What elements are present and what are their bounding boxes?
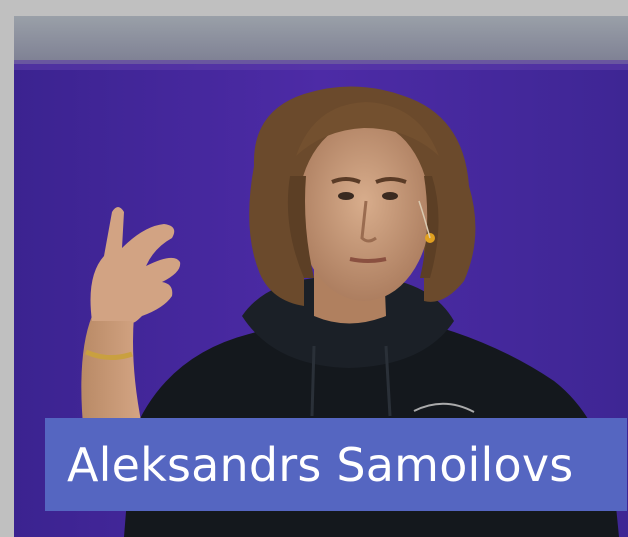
speaker-name: Aleksandrs Samoilovs — [67, 437, 574, 492]
name-caption: Aleksandrs Samoilovs — [45, 418, 627, 511]
ceiling-band — [14, 16, 628, 64]
card-frame: Aleksandrs Samoilovs — [0, 0, 628, 537]
